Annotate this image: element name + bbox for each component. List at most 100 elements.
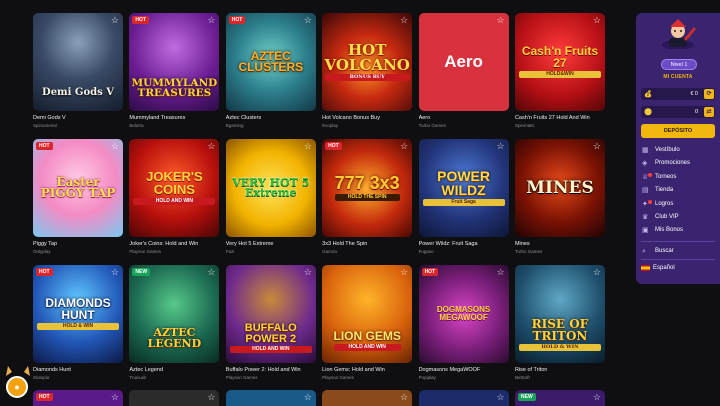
favorite-star-icon[interactable]: ☆ (111, 267, 119, 278)
favorite-star-icon[interactable]: ☆ (304, 392, 312, 403)
game-title[interactable]: Aztec Legend (129, 367, 219, 373)
game-thumbnail[interactable]: VERY HOT 5 Extreme ☆ (225, 139, 316, 237)
sidebar-item-label: Tienda (655, 187, 674, 194)
coins-action-button[interactable]: ⇄ (704, 107, 714, 117)
game-card[interactable]: JOKER'S COINS HOLD AND WIN ☆ Joker's Coins:… (129, 139, 220, 265)
game-title[interactable]: Cash'n Fruits 27 Hold And Win (515, 115, 605, 121)
game-card-partial[interactable]: ☆ (322, 390, 413, 406)
game-thumbnail[interactable]: POWER WILDZ Fruit Saga ☆ (418, 139, 509, 237)
game-thumbnail[interactable]: HOT VOLCANO BONUS BUY ☆ (322, 13, 413, 111)
favorite-star-icon[interactable]: ☆ (400, 267, 408, 278)
game-card-partial[interactable]: ☆ (418, 390, 509, 406)
game-thumbnail[interactable]: AZTEC LEGEND NEW ☆ (129, 265, 220, 363)
game-title[interactable]: Diamonds Hunt (33, 367, 123, 373)
game-card[interactable]: POWER WILDZ Fruit Saga ☆ Power Wildz: Fruit… (418, 139, 509, 265)
search-link[interactable]: ⌕ Buscar (641, 245, 674, 258)
game-thumbnail[interactable]: LION GEMS HOLD AND WIN ☆ (322, 265, 413, 363)
refresh-balance-button[interactable]: ⟳ (704, 89, 714, 99)
sidebar-item-club-vip[interactable]: ♛ Club VIP (641, 211, 717, 224)
favorite-star-icon[interactable]: ☆ (496, 15, 504, 26)
game-card-partial[interactable]: HOT ☆ (33, 390, 123, 406)
game-card[interactable]: AZTEC LEGEND NEW ☆ Aztec Legend TrueLab (129, 265, 220, 391)
game-title[interactable]: Aero (419, 115, 509, 121)
game-thumbnail[interactable]: Easter PIGGY TAP HOT ☆ (33, 139, 123, 237)
game-thumbnail[interactable]: Demi Gods V ☆ (33, 13, 123, 111)
game-thumbnail[interactable]: 777 3x3 HOLD THE SPIN HOT ☆ (322, 139, 413, 237)
game-thumbnail[interactable]: DOGMASONS MEGAWOOF HOT ☆ (418, 265, 509, 363)
favorite-star-icon[interactable]: ☆ (111, 15, 119, 26)
game-card[interactable]: VERY HOT 5 Extreme ☆ Very Hot 5 Extreme Faz… (225, 139, 316, 265)
favorite-star-icon[interactable]: ☆ (400, 141, 408, 152)
game-card-partial[interactable]: ☆ (225, 390, 316, 406)
avatar[interactable] (658, 17, 698, 49)
game-thumbnail[interactable]: RISE OF TRITON HOLD & WIN ☆ (514, 265, 605, 363)
game-thumbnail[interactable]: MINES ☆ (514, 139, 605, 237)
favorite-star-icon[interactable]: ☆ (207, 15, 215, 26)
favorite-star-icon[interactable]: ☆ (111, 141, 119, 152)
game-title[interactable]: Mines (515, 241, 605, 247)
favorite-star-icon[interactable]: ☆ (593, 392, 601, 403)
game-title[interactable]: 3x3 Hold The Spin (322, 241, 412, 247)
game-title[interactable]: Dogmasons MegaWOOF (419, 367, 509, 373)
favorite-star-icon[interactable]: ☆ (207, 392, 215, 403)
game-card[interactable]: LION GEMS HOLD AND WIN ☆ Lion Gems: Hold an… (322, 265, 413, 391)
favorite-star-icon[interactable]: ☆ (304, 141, 312, 152)
language-selector[interactable]: Español (641, 263, 675, 274)
game-title[interactable]: Mummyland Treasures (129, 115, 219, 121)
game-thumbnail[interactable]: Cash'n Fruits 27 HOLD&WIN ☆ (514, 13, 605, 111)
game-title[interactable]: Joker's Coins: Hold and Win (129, 241, 219, 247)
game-thumbnail[interactable]: MUMMYLAND TREASURES HOT ☆ (129, 13, 220, 111)
favorite-star-icon[interactable]: ☆ (304, 267, 312, 278)
favorite-star-icon[interactable]: ☆ (400, 392, 408, 403)
game-title[interactable]: Hot Volcano Bonus Buy (322, 115, 412, 121)
game-thumbnail[interactable]: BUFFALO POWER 2 HOLD AND WIN ☆ (225, 265, 316, 363)
game-thumbnail[interactable]: JOKER'S COINS HOLD AND WIN ☆ (129, 139, 220, 237)
game-thumbnail[interactable]: AZTEC CLUSTERS HOT ☆ (225, 13, 316, 111)
chat-support-button[interactable]: ● (6, 376, 28, 398)
deposit-button[interactable]: DEPÓSITO (641, 124, 715, 138)
favorite-star-icon[interactable]: ☆ (497, 392, 505, 403)
game-card[interactable]: AZTEC CLUSTERS HOT ☆ Aztec Clusters Bgaming (225, 13, 316, 139)
game-title[interactable]: Rise of Triton (515, 367, 605, 373)
game-thumbnail[interactable]: DIAMONDS HUNT HOLD & WIN HOT ☆ (33, 265, 123, 363)
game-card[interactable]: BUFFALO POWER 2 HOLD AND WIN ☆ Buffalo Powe… (225, 265, 316, 391)
sidebar-item-promociones[interactable]: ◈ Promociones (641, 157, 717, 170)
game-card[interactable]: 777 3x3 HOLD THE SPIN HOT ☆ 3x3 Hold The Spi… (322, 139, 413, 265)
favorite-star-icon[interactable]: ☆ (593, 15, 601, 26)
game-card[interactable]: Demi Gods V ☆ Demi Gods V Spinomenal (33, 13, 123, 139)
favorite-star-icon[interactable]: ☆ (207, 141, 215, 152)
game-card[interactable]: RISE OF TRITON HOLD & WIN ☆ Rise of Triton B… (514, 265, 605, 391)
game-title[interactable]: Lion Gems: Hold and Win (322, 367, 412, 373)
game-card-partial[interactable]: ☆ (129, 390, 220, 406)
sidebar-item-mis-bonos[interactable]: ▣ Mis Bonos (641, 224, 717, 237)
game-title[interactable]: Very Hot 5 Extreme (226, 241, 316, 247)
game-title[interactable]: Demi Gods V (33, 115, 123, 121)
game-thumbnail[interactable]: Aero ☆ (418, 13, 509, 111)
favorite-star-icon[interactable]: ☆ (496, 141, 504, 152)
sidebar-item-vestíbulo[interactable]: ▦ Vestíbulo (641, 144, 717, 157)
favorite-star-icon[interactable]: ☆ (593, 141, 601, 152)
game-card[interactable]: DOGMASONS MEGAWOOF HOT ☆ Dogmasons MegaWOOF… (418, 265, 509, 391)
game-card-partial[interactable]: NEW ☆ (515, 390, 605, 406)
favorite-star-icon[interactable]: ☆ (111, 392, 119, 403)
game-card[interactable]: Aero ☆ Aero Turbo Games (418, 13, 509, 139)
sidebar-item-tienda[interactable]: ▤ Tienda (641, 184, 717, 197)
game-card[interactable]: MINES ☆ Mines Turbo Games (514, 139, 605, 265)
game-title[interactable]: Piggy Tap (33, 241, 123, 247)
favorite-star-icon[interactable]: ☆ (496, 267, 504, 278)
game-title[interactable]: Buffalo Power 2: Hold and Win (226, 367, 316, 373)
favorite-star-icon[interactable]: ☆ (304, 15, 312, 26)
game-card[interactable]: Cash'n Fruits 27 HOLD&WIN ☆ Cash'n Fruits 2… (514, 13, 605, 139)
favorite-star-icon[interactable]: ☆ (207, 267, 215, 278)
game-card[interactable]: MUMMYLAND TREASURES HOT ☆ Mummyland Treasur… (129, 13, 220, 139)
favorite-star-icon[interactable]: ☆ (400, 15, 408, 26)
game-card[interactable]: HOT VOLCANO BONUS BUY ☆ Hot Volcano Bonus B… (322, 13, 413, 139)
sidebar-item-logros[interactable]: ✦ Logros (641, 198, 717, 211)
favorite-star-icon[interactable]: ☆ (593, 267, 601, 278)
game-title[interactable]: Power Wildz: Fruit Saga (419, 241, 509, 247)
sidebar-item-torneos[interactable]: ♕ Torneos (641, 171, 717, 184)
my-account-link[interactable]: MI CUENTA (636, 74, 720, 80)
game-title[interactable]: Aztec Clusters (226, 115, 316, 121)
game-card[interactable]: Easter PIGGY TAP HOT ☆ Piggy Tap Onlyplay (33, 139, 123, 265)
game-card[interactable]: DIAMONDS HUNT HOLD & WIN HOT ☆ Diamonds Hunt… (33, 265, 123, 391)
